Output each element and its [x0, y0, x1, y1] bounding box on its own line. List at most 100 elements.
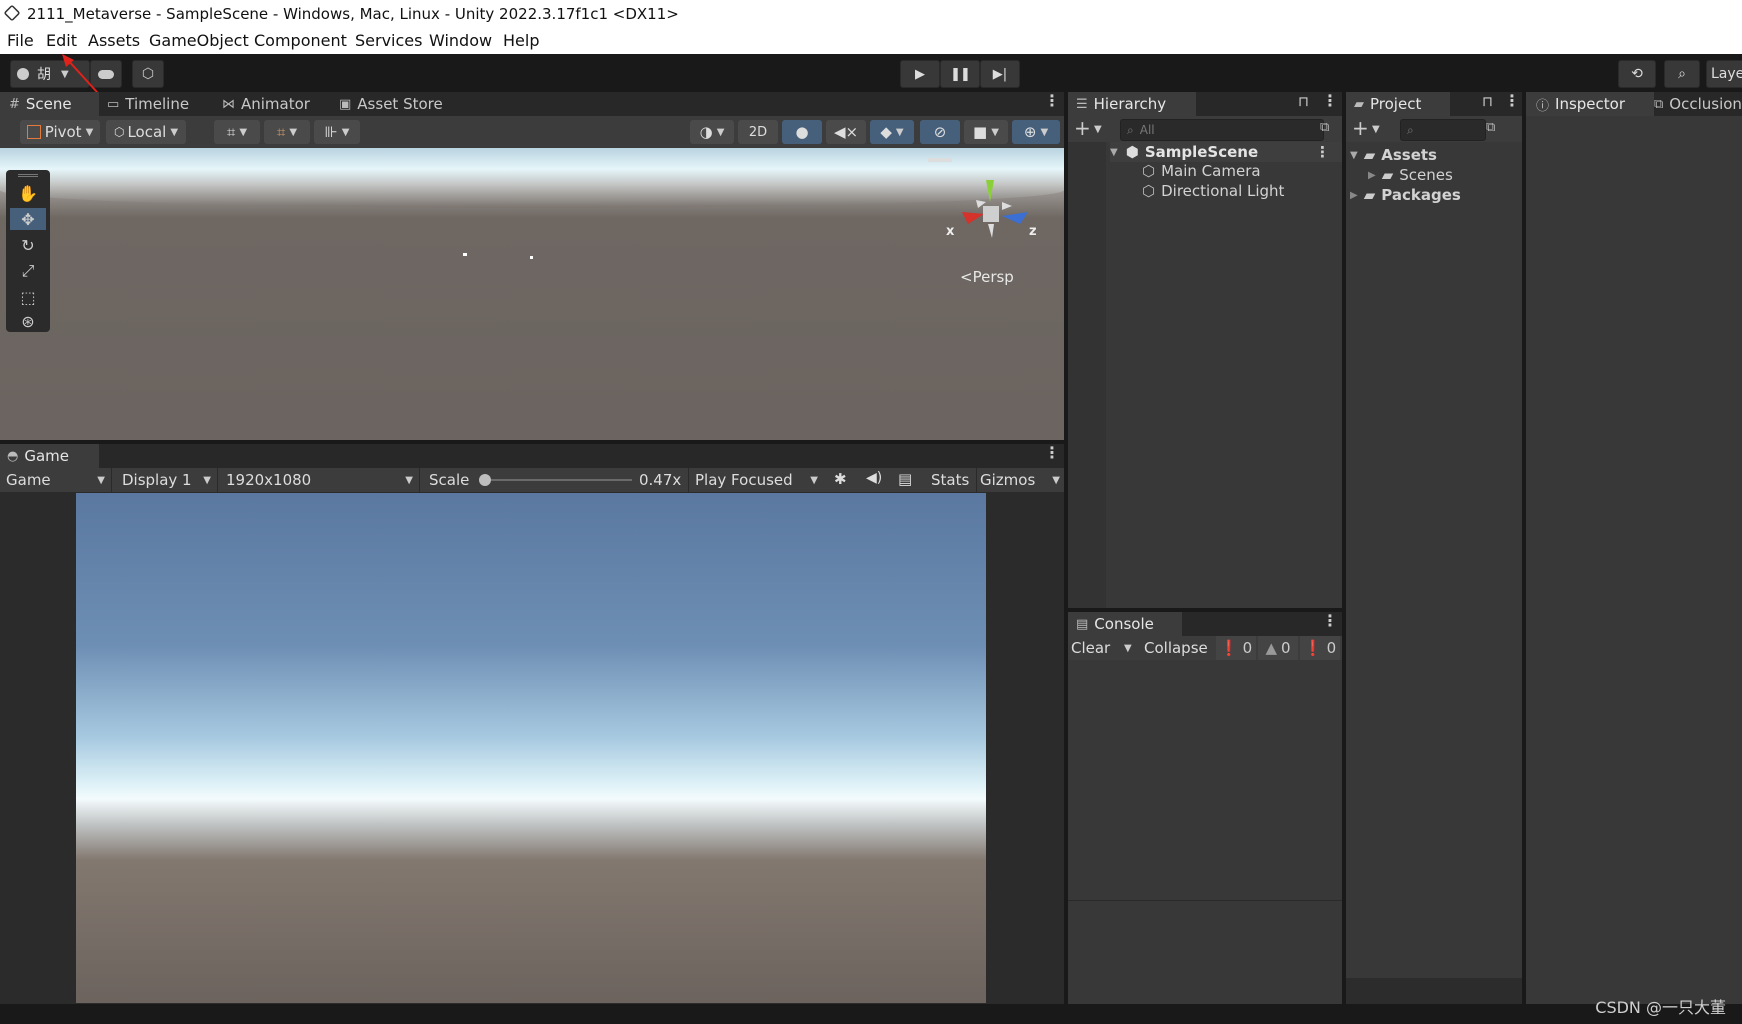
play-mode-dropdown[interactable]: Play Focused ▼	[688, 468, 824, 492]
lock-icon[interactable]: ⊓	[1298, 94, 1309, 110]
scene-sky	[0, 148, 1064, 208]
toggle-2d-button[interactable]: 2D	[738, 120, 778, 144]
chevron-down-icon: ▼	[97, 474, 105, 486]
hierarchy-item-directional-light[interactable]: ⬡ Directional Light	[1142, 182, 1284, 200]
collab-button[interactable]: ⬡	[132, 60, 164, 88]
resolution-dropdown[interactable]: 1920x1080 ▼	[220, 468, 420, 492]
menu-edit[interactable]: Edit	[46, 31, 77, 50]
project-folder-packages[interactable]: ▶ ▰ Packages	[1350, 186, 1461, 204]
drag-handle-icon[interactable]	[18, 174, 38, 177]
search-button[interactable]: ⌕	[1664, 60, 1700, 88]
hierarchy-search-input[interactable]: ⌕ All	[1120, 119, 1324, 141]
game-view-dropdown[interactable]: Game ▼	[0, 468, 112, 492]
main-toolbar: 胡 ▼ ⬡ ▶ ❚❚ ▶| ⟲ ⌕ Laye	[0, 54, 1742, 92]
local-dropdown[interactable]: ⬡ Local ▼	[106, 120, 186, 144]
tab-inspector[interactable]: ⓘ Inspector	[1526, 92, 1654, 116]
game-viewport[interactable]	[76, 493, 986, 1003]
add-icon[interactable]: +	[1352, 116, 1369, 140]
tab-scene[interactable]: # Scene	[0, 92, 99, 116]
camera-dropdown[interactable]: ■ ▼	[964, 120, 1008, 144]
rotate-tool-icon[interactable]: ↻	[10, 234, 46, 256]
resolution-label: 1920x1080	[226, 471, 312, 489]
more-icon[interactable]: ⋮	[1322, 93, 1338, 109]
project-search-input[interactable]: ⌕	[1400, 119, 1486, 141]
tab-hierarchy[interactable]: ☰ Hierarchy	[1068, 92, 1196, 116]
collapse-button[interactable]: Collapse	[1144, 639, 1208, 657]
more-icon[interactable]: ⋮	[1044, 445, 1060, 461]
hierarchy-item-main-camera[interactable]: ⬡ Main Camera	[1142, 162, 1261, 180]
lighting-toggle[interactable]: ●	[782, 120, 822, 144]
chevron-down-icon[interactable]: ▼	[1372, 124, 1380, 135]
menu-component[interactable]: Component	[254, 31, 347, 50]
lock-icon[interactable]: ⊓	[1482, 94, 1493, 110]
stats-button[interactable]: Stats	[931, 471, 969, 489]
project-folder-assets[interactable]: ▼ ▰ Assets	[1350, 146, 1437, 164]
chevron-down-icon[interactable]: ▼	[1124, 643, 1132, 654]
projection-toggle[interactable]: <Persp	[960, 268, 1014, 286]
grid-snap-button[interactable]: ⌗ ▼	[214, 120, 260, 144]
add-icon[interactable]: +	[1074, 116, 1091, 140]
error-filter-toggle[interactable]: ❗ 0	[1300, 636, 1340, 660]
tab-inspector-label: Inspector	[1555, 95, 1625, 113]
globe-icon: ⊕	[1023, 123, 1037, 141]
tab-occlusion[interactable]: ⧉ Occlusion	[1654, 92, 1742, 116]
history-button[interactable]: ⟲	[1618, 60, 1656, 88]
tab-console[interactable]: ▤ Console	[1068, 612, 1182, 636]
keyboard-icon[interactable]: ▤	[898, 470, 912, 488]
menu-window[interactable]: Window	[429, 31, 492, 50]
audio-toggle[interactable]: ◀×	[826, 120, 866, 144]
scene-root-row[interactable]: ▼ ⬢ SampleScene ⋮	[1110, 142, 1342, 162]
effects-toggle[interactable]: ◆ ▼	[870, 120, 914, 144]
menu-file[interactable]: File	[7, 31, 34, 50]
pivot-dropdown[interactable]: Pivot ▼	[20, 120, 100, 144]
search-filter-icon[interactable]: ⧉	[1320, 120, 1329, 135]
bug-icon[interactable]: ✱	[834, 470, 847, 488]
game-tab-bar: ◓ Game ⋮	[0, 444, 1064, 468]
step-icon: ▶|	[992, 66, 1008, 82]
chevron-down-icon[interactable]: ▼	[1094, 124, 1102, 135]
gizmos-dropdown[interactable]: ⊕ ▼	[1012, 120, 1060, 144]
tab-asset-store[interactable]: ▣ Asset Store	[339, 92, 443, 116]
tab-timeline[interactable]: ▭ Timeline	[107, 92, 189, 116]
search-filter-icon[interactable]: ⧉	[1486, 120, 1495, 135]
scale-label: Scale	[429, 471, 470, 489]
scale-slider-thumb[interactable]	[479, 474, 491, 486]
warning-filter-toggle[interactable]: ▲ 0	[1258, 636, 1298, 660]
display-dropdown[interactable]: Display 1 ▼	[116, 468, 218, 492]
ruler-button[interactable]: ⊪ ▼	[314, 120, 360, 144]
scale-tool-icon[interactable]: ⤢	[10, 260, 46, 282]
more-icon[interactable]: ⋮	[1044, 93, 1060, 109]
step-button[interactable]: ▶|	[980, 60, 1020, 88]
move-tool-icon[interactable]: ✥	[10, 208, 46, 230]
history-icon: ⟲	[1631, 66, 1643, 82]
gizmos-dropdown-game[interactable]: Gizmos ▼	[976, 468, 1064, 492]
gizmo-menu-icon[interactable]	[928, 158, 952, 162]
menu-help[interactable]: Help	[503, 31, 539, 50]
play-button[interactable]: ▶	[900, 60, 940, 88]
menu-gameobject[interactable]: GameObject	[149, 31, 249, 50]
draw-mode-button[interactable]: ◑ ▼	[690, 120, 734, 144]
clear-button[interactable]: Clear	[1071, 639, 1110, 657]
hidden-objects-toggle[interactable]: ⊘	[920, 120, 960, 144]
more-icon[interactable]: ⋮	[1322, 613, 1338, 629]
more-icon[interactable]: ⋮	[1315, 143, 1330, 161]
tab-project[interactable]: ▰ Project	[1346, 92, 1450, 116]
project-folder-scenes[interactable]: ▶ ▰ Scenes	[1368, 166, 1453, 184]
tab-animator[interactable]: ⋈ Animator	[222, 92, 310, 116]
orientation-gizmo[interactable]	[940, 172, 1040, 252]
tab-game[interactable]: ◓ Game	[0, 444, 99, 468]
increment-snap-button[interactable]: ⌗ ▼	[264, 120, 310, 144]
scene-name: SampleScene	[1144, 143, 1259, 161]
rect-tool-icon[interactable]: ⬚	[10, 286, 46, 308]
more-icon[interactable]: ⋮	[1504, 93, 1520, 109]
pause-button[interactable]: ❚❚	[940, 60, 980, 88]
hand-tool-icon[interactable]: ✋	[10, 182, 46, 204]
menu-assets[interactable]: Assets	[88, 31, 140, 50]
transform-tool-icon[interactable]: ⊛	[10, 310, 46, 332]
menu-services[interactable]: Services	[355, 31, 422, 50]
layers-dropdown[interactable]: Laye	[1706, 60, 1742, 88]
info-filter-toggle[interactable]: ❗ 0	[1216, 636, 1256, 660]
grid-snap-icon: ⌗	[226, 123, 236, 141]
scale-slider-track[interactable]	[482, 479, 632, 481]
speaker-icon[interactable]: ◀)	[866, 470, 882, 486]
